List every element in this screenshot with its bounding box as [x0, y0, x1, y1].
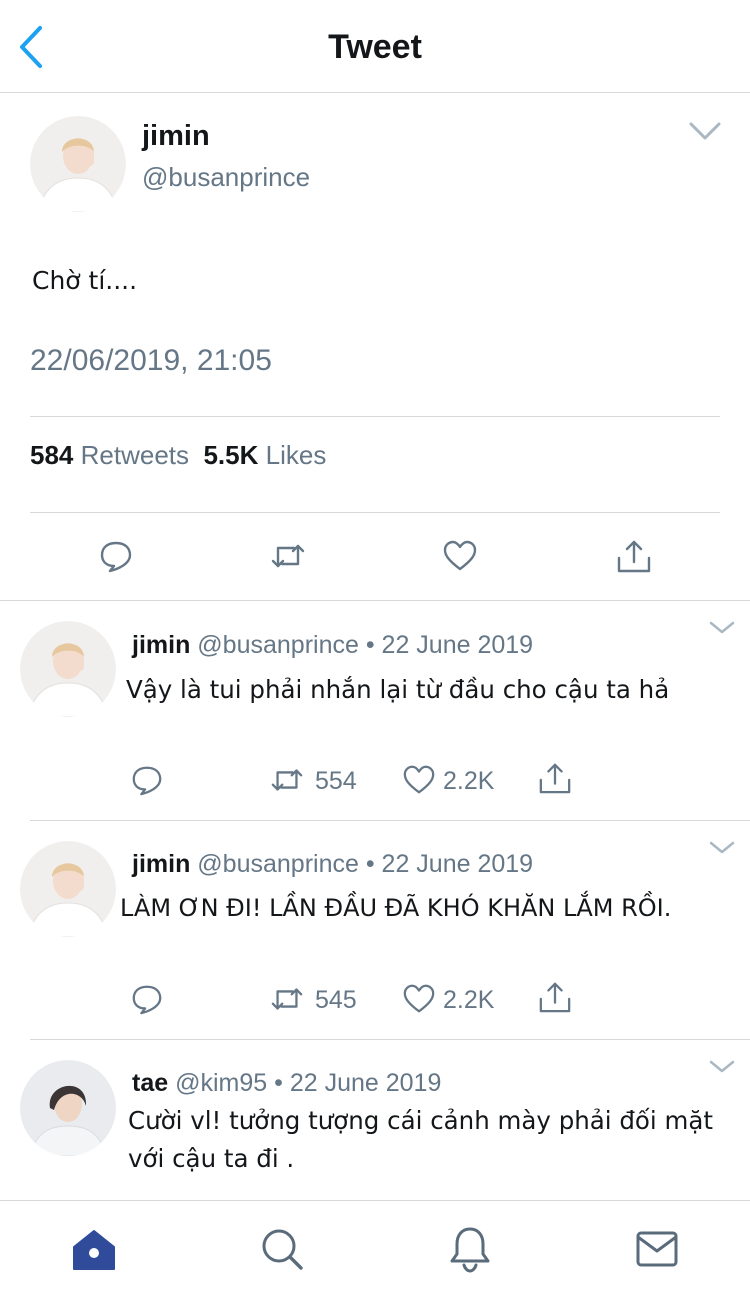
chevron-down-icon[interactable] — [708, 619, 736, 637]
reply-text: Vậy là tui phải nhắn lại từ đầu cho cậu … — [126, 675, 670, 704]
heart-icon[interactable] — [402, 763, 436, 797]
share-icon[interactable] — [538, 980, 572, 1014]
like-count: 2.2K — [443, 767, 495, 795]
chevron-down-icon[interactable] — [708, 839, 736, 857]
retweets-label: Retweets — [80, 440, 190, 470]
reply-tweet[interactable]: jimin @busanprince • 22 June 2019 LÀM ƠN… — [0, 821, 750, 1039]
author-name[interactable]: jimin — [132, 631, 190, 659]
reply-date: • 22 June 2019 — [274, 1069, 442, 1097]
heart-icon[interactable] — [442, 538, 478, 574]
retweet-count: 554 — [315, 767, 357, 795]
reply-text-line-2: với cậu ta đi . — [128, 1144, 295, 1173]
reply-tweet[interactable]: tae @kim95 • 22 June 2019 Cười vl! tưởng… — [0, 1040, 750, 1200]
search-icon[interactable] — [260, 1227, 304, 1271]
author-handle[interactable]: @kim95 — [175, 1069, 267, 1097]
reply-icon[interactable] — [130, 763, 164, 797]
retweet-icon[interactable] — [270, 538, 306, 574]
tweet-stats[interactable]: 584 Retweets 5.5K Likes — [30, 440, 326, 471]
page-title: Tweet — [328, 28, 422, 66]
share-icon[interactable] — [538, 761, 572, 795]
chevron-down-icon[interactable] — [708, 1058, 736, 1076]
avatar[interactable] — [20, 1060, 116, 1156]
author-handle[interactable]: @busanprince — [197, 850, 359, 878]
retweets-count: 584 — [30, 440, 74, 470]
retweet-icon[interactable] — [270, 763, 304, 797]
reply-text: LÀM ƠN ĐI! LẦN ĐẦU ĐÃ KHÓ KHĂN LẮM RỒI. — [120, 894, 672, 922]
author-name[interactable]: jimin — [132, 850, 190, 878]
reply-header: tae @kim95 • 22 June 2019 — [132, 1069, 441, 1098]
share-icon[interactable] — [616, 538, 652, 574]
divider — [30, 512, 720, 513]
reply-tweet[interactable]: jimin @busanprince • 22 June 2019 Vậy là… — [0, 601, 750, 821]
bell-icon[interactable] — [448, 1225, 492, 1273]
likes-label: Likes — [265, 440, 327, 470]
reply-header: jimin @busanprince • 22 June 2019 — [132, 850, 533, 879]
avatar[interactable] — [30, 116, 126, 212]
avatar[interactable] — [20, 841, 116, 937]
likes-count: 5.5K — [203, 440, 259, 470]
author-name[interactable]: jimin — [142, 120, 210, 153]
retweet-count: 545 — [315, 986, 357, 1014]
author-name[interactable]: tae — [132, 1069, 168, 1097]
reply-text-line-1: Cười vl! tưởng tượng cái cảnh mày phải đ… — [128, 1106, 713, 1135]
top-bar: Tweet — [0, 0, 750, 93]
tweet-text: Chờ tí.... — [32, 266, 138, 295]
reply-header: jimin @busanprince • 22 June 2019 — [132, 631, 533, 660]
divider — [30, 416, 720, 417]
reply-date: • 22 June 2019 — [365, 631, 534, 659]
mail-icon[interactable] — [636, 1231, 678, 1267]
retweet-icon[interactable] — [270, 982, 304, 1016]
reply-icon[interactable] — [98, 538, 134, 574]
author-handle[interactable]: @busanprince — [197, 631, 359, 659]
heart-icon[interactable] — [402, 982, 436, 1016]
home-icon[interactable] — [72, 1229, 116, 1271]
like-count: 2.2K — [443, 986, 495, 1014]
reply-icon[interactable] — [130, 982, 164, 1016]
avatar[interactable] — [20, 621, 116, 717]
author-handle[interactable]: @busanprince — [142, 162, 310, 193]
chevron-down-icon[interactable] — [688, 118, 722, 144]
reply-date: • 22 June 2019 — [365, 850, 534, 878]
bottom-tab-bar — [0, 1200, 750, 1299]
tweet-datetime: 22/06/2019, 21:05 — [30, 344, 272, 377]
